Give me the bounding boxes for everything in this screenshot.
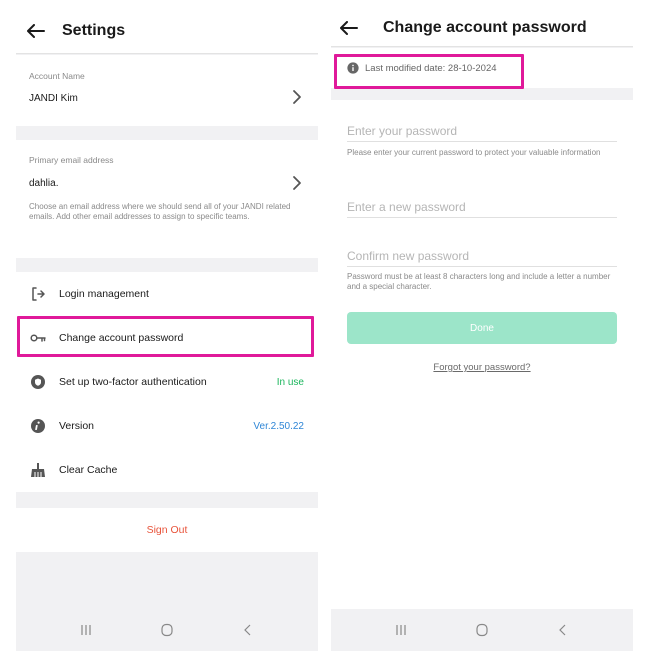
- version-row[interactable]: Version Ver.2.50.22: [16, 404, 318, 448]
- broom-icon: [30, 462, 46, 478]
- login-management-label: Login management: [59, 288, 149, 300]
- page-title: Change account password: [383, 18, 587, 36]
- back-nav-icon[interactable]: [556, 623, 570, 637]
- recent-apps-icon[interactable]: [79, 623, 93, 637]
- version-label: Version: [59, 420, 95, 432]
- android-nav-bar: [16, 609, 318, 651]
- password-rules-help: Password must be at least 8 characters l…: [347, 272, 611, 291]
- home-icon[interactable]: [160, 623, 174, 637]
- password-form: Enter your password Please enter your cu…: [331, 100, 633, 609]
- two-factor-label: Set up two-factor authentication: [59, 376, 207, 388]
- primary-email-row[interactable]: Primary email address dahlia. Choose an …: [16, 140, 318, 258]
- current-password-input[interactable]: Enter your password: [347, 120, 617, 142]
- chevron-right-icon: [293, 90, 301, 104]
- account-name-label: Account Name: [29, 71, 85, 81]
- last-modified-highlight: [334, 54, 524, 89]
- done-button[interactable]: Done: [347, 312, 617, 344]
- account-name-value: JANDI Kim: [29, 93, 78, 104]
- forgot-password-link[interactable]: Forgot your password?: [331, 362, 633, 373]
- version-value: Ver.2.50.22: [253, 420, 304, 432]
- clear-cache-row[interactable]: Clear Cache: [16, 448, 318, 492]
- clear-cache-label: Clear Cache: [59, 464, 118, 476]
- change-password-screen: Change account password Last modified da…: [331, 9, 633, 651]
- shield-icon: [30, 374, 46, 390]
- home-icon[interactable]: [475, 623, 489, 637]
- sign-out-button[interactable]: Sign Out: [16, 508, 318, 552]
- confirm-password-input[interactable]: Confirm new password: [347, 245, 617, 267]
- back-arrow-icon[interactable]: [16, 9, 56, 54]
- two-factor-status: In use: [276, 376, 304, 388]
- change-password-highlight: [17, 316, 314, 357]
- back-arrow-icon[interactable]: [331, 9, 367, 47]
- two-factor-row[interactable]: Set up two-factor authentication In use: [16, 360, 318, 404]
- email-value: dahlia.: [29, 178, 59, 189]
- chevron-right-icon: [293, 176, 301, 190]
- email-label: Primary email address: [29, 155, 114, 165]
- android-nav-bar: [331, 609, 633, 651]
- page-title: Settings: [62, 22, 126, 39]
- account-name-row[interactable]: Account Name JANDI Kim: [16, 55, 318, 126]
- back-nav-icon[interactable]: [241, 623, 255, 637]
- login-icon: [30, 286, 46, 302]
- password-app-bar: Change account password: [331, 9, 633, 47]
- info-icon: [30, 418, 46, 434]
- settings-app-bar: Settings: [16, 9, 318, 54]
- email-help-text: Choose an email address where we should …: [29, 202, 291, 221]
- recent-apps-icon[interactable]: [394, 623, 408, 637]
- current-password-help: Please enter your current password to pr…: [347, 148, 601, 157]
- login-management-row[interactable]: Login management: [16, 272, 318, 316]
- new-password-input[interactable]: Enter a new password: [347, 196, 617, 218]
